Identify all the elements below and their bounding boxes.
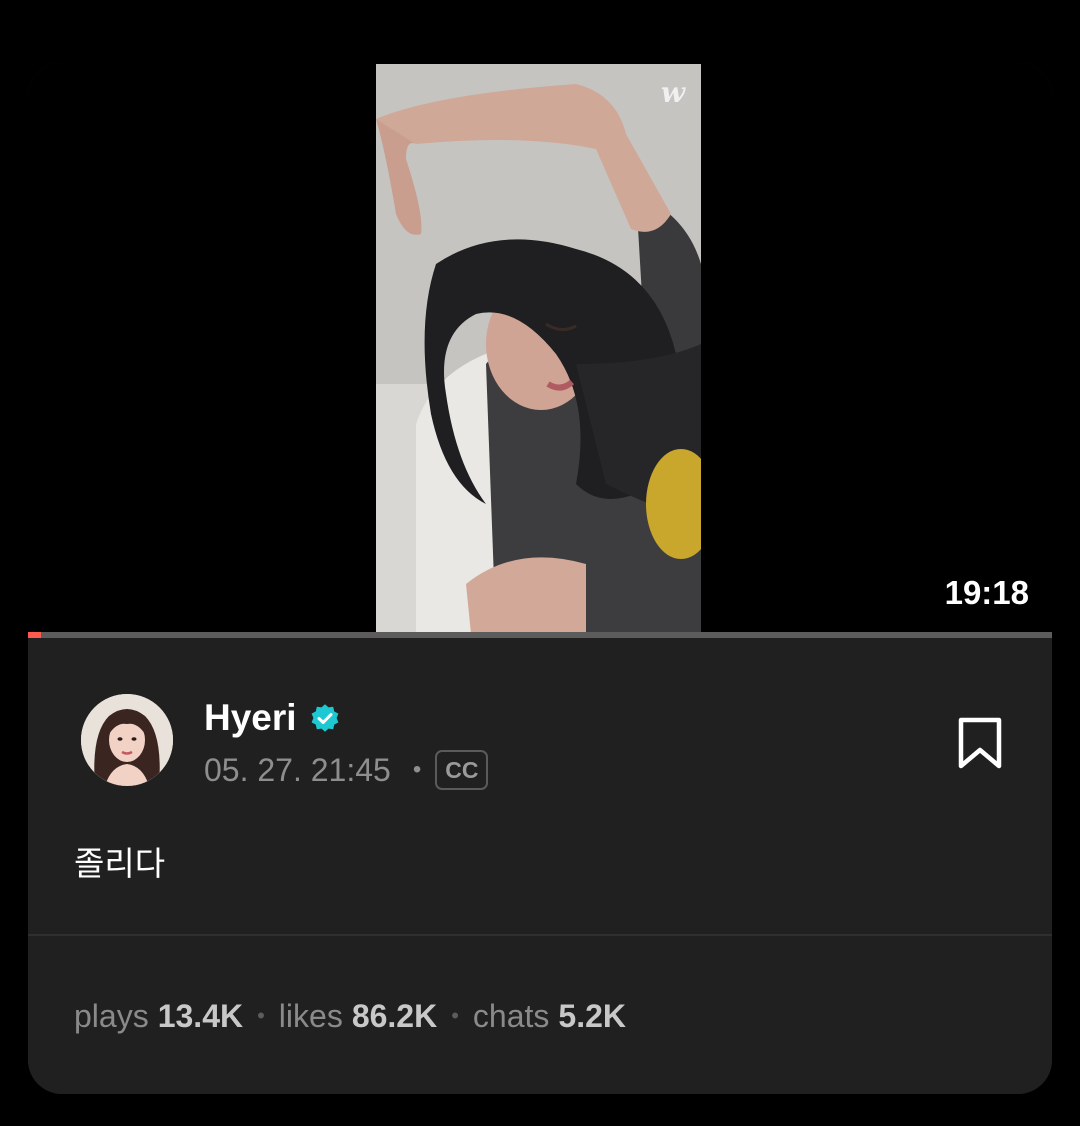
likes-label: likes [278,998,343,1034]
plays-count: 13.4K [157,998,244,1034]
author-row: Hyeri [204,696,341,740]
post-stats: plays 13.4K • likes 86.2K • chats 5.2K [74,998,626,1035]
stat-separator: • [257,1003,265,1028]
watermark-logo: w [660,76,685,109]
chats-label: chats [472,998,550,1034]
bookmark-icon[interactable] [956,716,1004,770]
stat-separator: • [451,1003,459,1028]
divider [28,934,1052,936]
video-thumbnail[interactable]: w [376,64,701,634]
plays-label: plays [74,998,149,1034]
chats-count: 5.2K [558,998,626,1034]
cc-badge: CC [435,750,489,790]
avatar[interactable] [81,694,173,786]
author-name[interactable]: Hyeri [204,696,297,740]
video-duration: 19:18 [944,574,1029,611]
post-caption: 졸리다 [74,844,166,883]
post-meta: 05. 27. 21:45 • CC [204,750,489,790]
likes-count: 86.2K [351,998,438,1034]
avatar-image [81,694,173,786]
meta-separator: • [412,756,422,783]
post-date: 05. 27. 21:45 [204,752,391,788]
post-info: Hyeri 05. 27. 21:45 • CC 졸리다 plays 13.4K… [28,638,1052,1094]
video-player[interactable]: w 19:18 [28,62,1052,638]
verified-badge-icon [311,704,338,732]
post-card: w 19:18 Hyeri 05. 27. 21:45 • CC 졸리다 pla… [28,62,1052,1094]
thumbnail-illustration [376,64,701,634]
